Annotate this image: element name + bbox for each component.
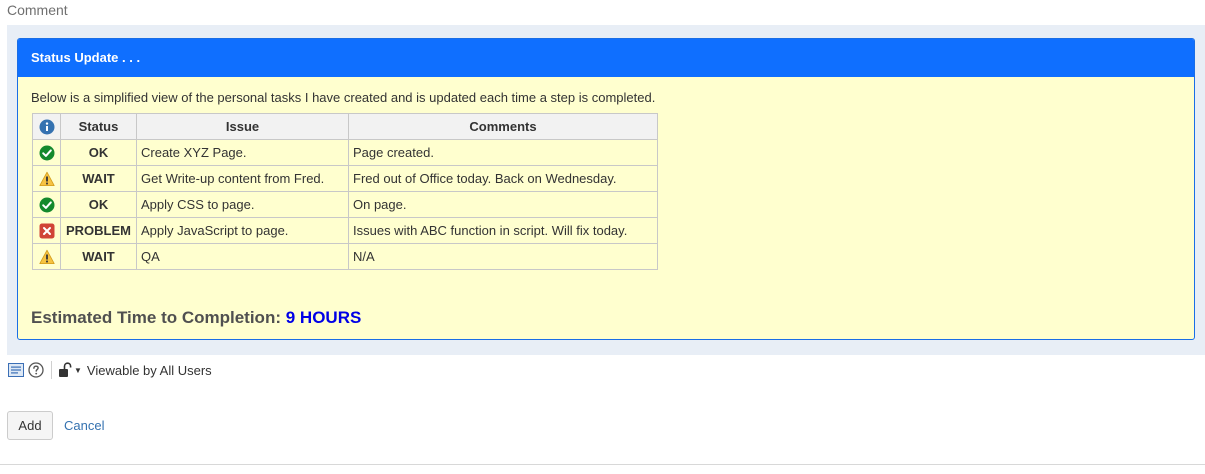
row-icon-cell — [32, 165, 61, 192]
comments-cell: N/A — [348, 243, 658, 270]
status-badge: WAIT — [60, 243, 137, 270]
issue-cell: QA — [136, 243, 349, 270]
table-row: PROBLEM Apply JavaScript to page. Issues… — [32, 217, 658, 244]
visibility-dropdown[interactable]: ▼ Viewable by All Users — [58, 362, 212, 378]
header-comments: Comments — [348, 113, 658, 140]
editor-mode-button[interactable] — [7, 361, 25, 379]
divider — [0, 464, 1205, 465]
header-icon-cell — [32, 113, 61, 140]
info-icon — [39, 119, 54, 134]
help-icon — [28, 362, 44, 378]
table-row: OK Create XYZ Page. Page created. — [32, 139, 658, 166]
issue-cell: Apply JavaScript to page. — [136, 217, 349, 244]
status-badge: OK — [60, 191, 137, 218]
row-icon-cell — [32, 191, 61, 218]
unlock-icon — [59, 362, 72, 377]
text-mode-icon — [8, 363, 24, 377]
chevron-down-icon: ▼ — [74, 365, 82, 375]
panel-title: Status Update . . . — [18, 39, 1194, 77]
row-icon-cell — [32, 217, 61, 244]
comments-cell: On page. — [348, 191, 658, 218]
issue-cell: Get Write-up content from Fred. — [136, 165, 349, 192]
status-table: Status Issue Comments OK Create XYZ Page… — [32, 113, 658, 270]
issue-cell: Apply CSS to page. — [136, 191, 349, 218]
add-button[interactable]: Add — [7, 411, 53, 440]
comment-toolbar: ▼ Viewable by All Users — [7, 360, 212, 380]
status-badge: PROBLEM — [60, 217, 137, 244]
cancel-link[interactable]: Cancel — [64, 418, 104, 433]
header-status: Status — [60, 113, 137, 140]
panel-intro: Below is a simplified view of the person… — [31, 90, 656, 105]
status-panel: Status Update . . . Below is a simplifie… — [17, 38, 1195, 340]
comments-cell: Issues with ABC function in script. Will… — [348, 217, 658, 244]
toolbar-divider — [51, 361, 52, 379]
warning-icon — [38, 171, 55, 186]
comments-cell: Fred out of Office today. Back on Wednes… — [348, 165, 658, 192]
comment-editor[interactable]: Status Update . . . Below is a simplifie… — [7, 25, 1205, 355]
check-circle-icon — [39, 145, 54, 160]
comment-label: Comment — [7, 2, 68, 18]
status-badge: OK — [60, 139, 137, 166]
status-badge: WAIT — [60, 165, 137, 192]
row-icon-cell — [32, 139, 61, 166]
warning-icon — [38, 249, 55, 264]
table-header-row: Status Issue Comments — [32, 113, 658, 140]
table-row: WAIT QA N/A — [32, 243, 658, 270]
header-issue: Issue — [136, 113, 349, 140]
issue-cell: Create XYZ Page. — [136, 139, 349, 166]
help-button[interactable] — [27, 361, 45, 379]
table-row: WAIT Get Write-up content from Fred. Fre… — [32, 165, 658, 192]
estimate-line: Estimated Time to Completion: 9 HOURS — [31, 308, 361, 328]
check-circle-icon — [39, 197, 54, 212]
table-row: OK Apply CSS to page. On page. — [32, 191, 658, 218]
estimate-value: 9 HOURS — [285, 308, 362, 327]
row-icon-cell — [32, 243, 61, 270]
comments-cell: Page created. — [348, 139, 658, 166]
estimate-label: Estimated Time to Completion: — [31, 308, 281, 327]
visibility-label: Viewable by All Users — [86, 362, 212, 378]
error-icon — [39, 223, 54, 238]
